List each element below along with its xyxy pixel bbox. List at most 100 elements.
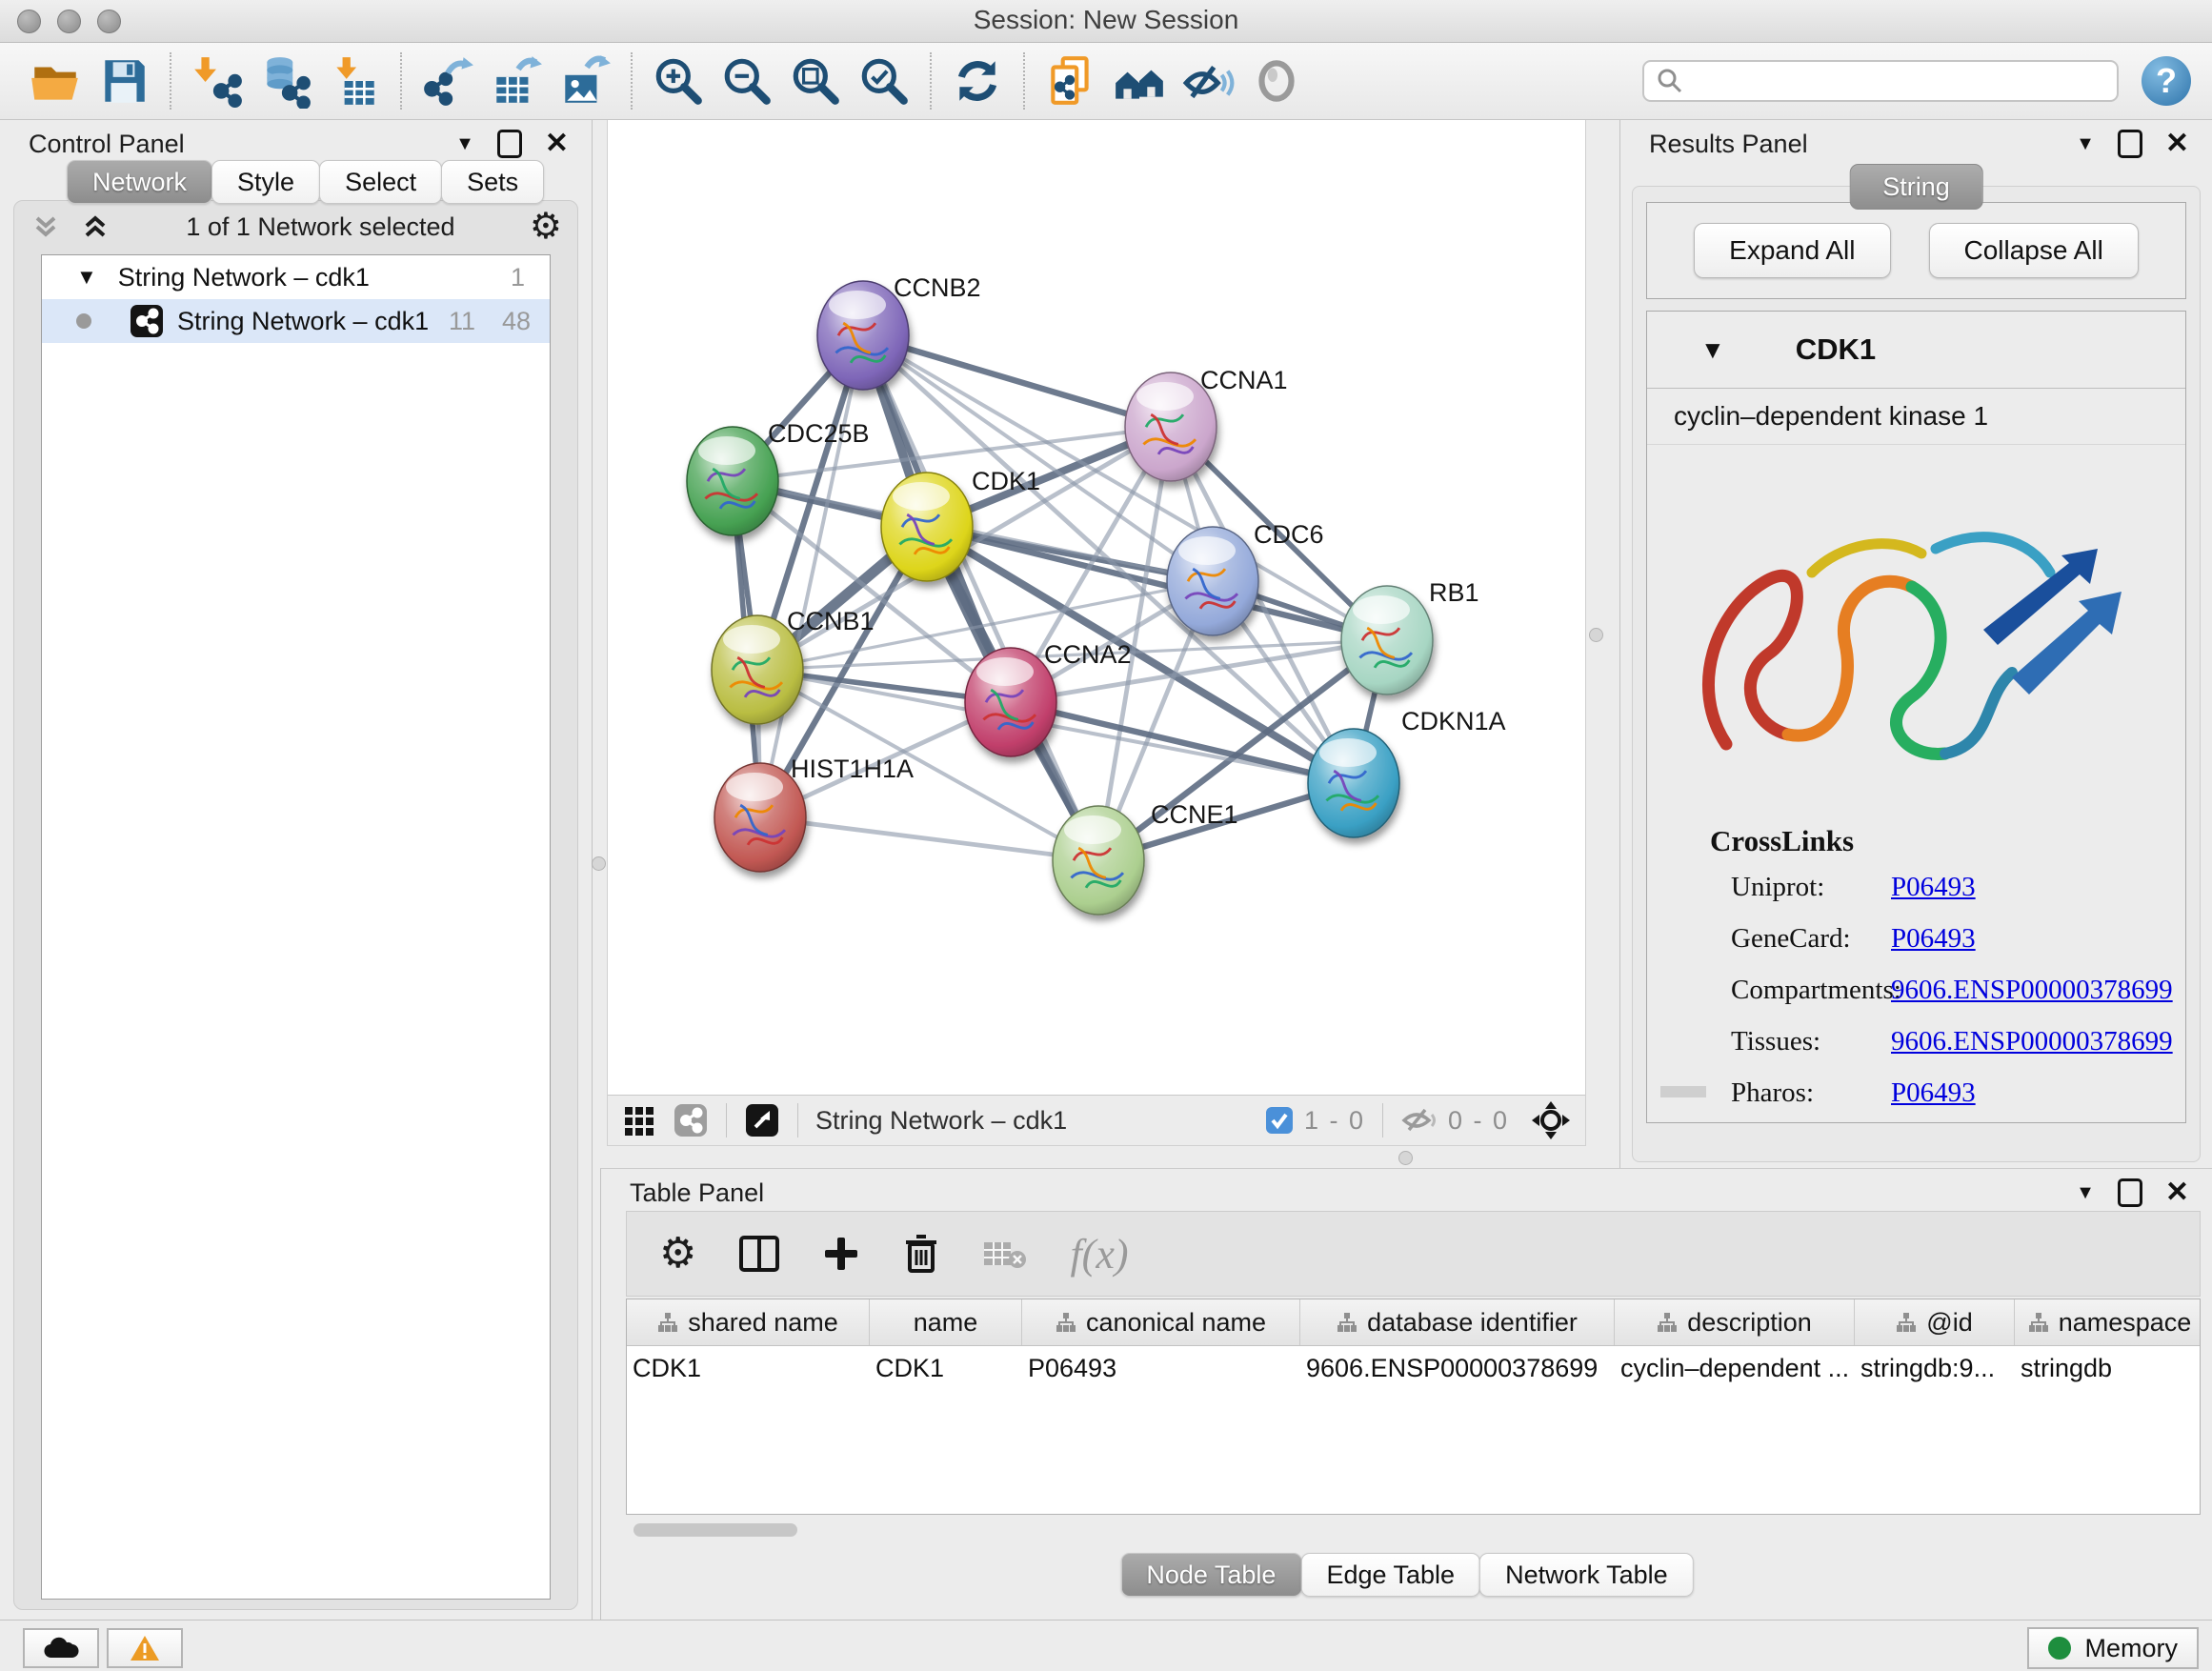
zoom-fit-button[interactable]: [781, 48, 850, 114]
expand-all-icon[interactable]: [79, 211, 111, 243]
node-CDC6[interactable]: [1167, 527, 1258, 635]
panel-close-icon[interactable]: ✕: [2165, 130, 2189, 158]
memory-status-dot: [2048, 1637, 2071, 1660]
zoom-in-button[interactable]: [644, 48, 713, 114]
horizontal-scrollbar[interactable]: [1660, 1086, 1706, 1097]
table-cell[interactable]: 9606.ENSP00000378699: [1300, 1346, 1615, 1390]
panel-close-icon[interactable]: ✕: [545, 130, 569, 158]
panel-float-icon[interactable]: [2118, 1178, 2142, 1207]
panel-menu-icon[interactable]: ▼: [2076, 134, 2095, 153]
panel-float-icon[interactable]: [497, 130, 522, 158]
collapse-all-button[interactable]: Collapse All: [1929, 223, 2139, 278]
show-all-button[interactable]: [1242, 48, 1311, 114]
first-neighbors-button[interactable]: [1105, 48, 1174, 114]
export-image-button[interactable]: [551, 48, 619, 114]
collection-caret-icon[interactable]: ▼: [76, 265, 97, 290]
splitter-handle[interactable]: [592, 856, 606, 871]
import-table-from-file-button[interactable]: [320, 48, 389, 114]
import-network-from-file-button[interactable]: [183, 48, 251, 114]
crosslink-value-link[interactable]: 9606.ENSP00000378699: [1891, 975, 2173, 1005]
new-network-from-selection-button[interactable]: [1036, 48, 1105, 114]
scrollbar-thumb[interactable]: [633, 1523, 797, 1537]
node-CDK1[interactable]: [881, 473, 973, 581]
node-CCNA2[interactable]: [965, 648, 1056, 756]
crosshair-icon[interactable]: [1530, 1099, 1572, 1141]
edge-CCNE1-HIST1H1A[interactable]: [760, 817, 1098, 860]
tab-node-table[interactable]: Node Table: [1120, 1553, 1301, 1597]
tab-sets[interactable]: Sets: [441, 160, 544, 204]
grid-view-icon[interactable]: [623, 1103, 657, 1137]
crosslink-value-link[interactable]: P06493: [1891, 872, 1976, 902]
column-header-database-identifier[interactable]: database identifier: [1300, 1299, 1615, 1345]
hide-selected-button[interactable]: [1174, 48, 1242, 114]
gene-caret-icon[interactable]: ▼: [1700, 335, 1725, 365]
zoom-out-button[interactable]: [713, 48, 781, 114]
panel-menu-icon[interactable]: ▼: [2076, 1183, 2095, 1202]
splitter-handle[interactable]: [1589, 628, 1603, 642]
table-horizontal-scrollbar[interactable]: [626, 1522, 2201, 1538]
column-header-namespace[interactable]: namespace: [2015, 1299, 2201, 1345]
edge-CCNA2-CDKN1A[interactable]: [1011, 702, 1354, 783]
table-cell[interactable]: P06493: [1022, 1346, 1300, 1390]
memory-button[interactable]: Memory: [2027, 1627, 2199, 1669]
search-input[interactable]: [1694, 66, 2105, 97]
column-header-label: @id: [1926, 1308, 1972, 1338]
column-header-canonical-name[interactable]: canonical name: [1022, 1299, 1300, 1345]
table-cell[interactable]: cyclin–dependent ...: [1615, 1346, 1855, 1390]
table-row[interactable]: CDK1CDK1P064939606.ENSP00000378699cyclin…: [627, 1346, 2200, 1390]
node-CCNE1[interactable]: [1053, 806, 1144, 915]
column-header-description[interactable]: description: [1615, 1299, 1855, 1345]
node-RB1[interactable]: [1341, 586, 1433, 695]
table-cell[interactable]: CDK1: [870, 1346, 1022, 1390]
selected-checkbox-icon[interactable]: [1264, 1105, 1295, 1136]
splitter-handle[interactable]: [1398, 1151, 1413, 1165]
collapse-all-icon[interactable]: [30, 211, 62, 243]
edge-CCNB2-CCNA1[interactable]: [863, 335, 1171, 427]
column-header-name[interactable]: name: [870, 1299, 1022, 1345]
gene-header[interactable]: ▼ CDK1: [1647, 312, 2185, 389]
column-header-shared-name[interactable]: shared name: [627, 1299, 870, 1345]
export-table-button[interactable]: [482, 48, 551, 114]
tab-network[interactable]: Network: [67, 160, 212, 204]
delete-table-icon: [982, 1237, 1028, 1271]
help-button[interactable]: ?: [2142, 56, 2191, 106]
table-cell[interactable]: CDK1: [627, 1346, 870, 1390]
tab-select[interactable]: Select: [319, 160, 442, 204]
tab-network-table[interactable]: Network Table: [1479, 1553, 1694, 1597]
node-CDC25B[interactable]: [687, 427, 778, 535]
crosslink-value-link[interactable]: P06493: [1891, 1077, 1976, 1108]
apply-layout-button[interactable]: [943, 48, 1012, 114]
expand-all-button[interactable]: Expand All: [1694, 223, 1890, 278]
panel-float-icon[interactable]: [2118, 130, 2142, 158]
zoom-selected-button[interactable]: [850, 48, 918, 114]
gear-icon[interactable]: ⚙: [530, 209, 562, 245]
crosslink-value-link[interactable]: P06493: [1891, 923, 1976, 954]
network-canvas[interactable]: CCNB2CCNA1CDC25BCDK1CDC6RB1CCNB1CCNA2CDK…: [608, 120, 1585, 1094]
search-box[interactable]: [1642, 60, 2119, 102]
table-cell[interactable]: stringdb:9...: [1855, 1346, 2015, 1390]
birdseye-view-icon[interactable]: [744, 1102, 780, 1138]
network-collection-row[interactable]: ▼ String Network – cdk1 1: [42, 255, 550, 299]
crosslink-value-link[interactable]: 9606.ENSP00000378699: [1891, 1026, 2173, 1057]
panel-menu-icon[interactable]: ▼: [455, 134, 474, 153]
tab-style[interactable]: Style: [211, 160, 320, 204]
network-row[interactable]: String Network – cdk1 11 48: [42, 299, 550, 343]
edge-CCNB2-HIST1H1A[interactable]: [760, 335, 863, 817]
export-network-button[interactable]: [413, 48, 482, 114]
node-CDKN1A[interactable]: [1308, 729, 1399, 837]
delete-column-icon[interactable]: [902, 1233, 940, 1275]
tab-string[interactable]: String: [1849, 164, 1983, 210]
table-settings-gear-icon[interactable]: ⚙: [659, 1233, 696, 1275]
warning-status-button[interactable]: [107, 1628, 183, 1668]
save-session-button[interactable]: [90, 48, 158, 114]
import-network-from-database-button[interactable]: [251, 48, 320, 114]
open-session-button[interactable]: [21, 48, 90, 114]
tab-edge-table[interactable]: Edge Table: [1300, 1553, 1480, 1597]
panel-close-icon[interactable]: ✕: [2165, 1178, 2189, 1207]
cloud-status-button[interactable]: [23, 1628, 99, 1668]
table-cell[interactable]: stringdb: [2015, 1346, 2201, 1390]
network-list-view-icon[interactable]: [673, 1102, 709, 1138]
add-column-icon[interactable]: [822, 1235, 860, 1273]
show-columns-icon[interactable]: [738, 1235, 780, 1273]
column-header--id[interactable]: @id: [1855, 1299, 2015, 1345]
